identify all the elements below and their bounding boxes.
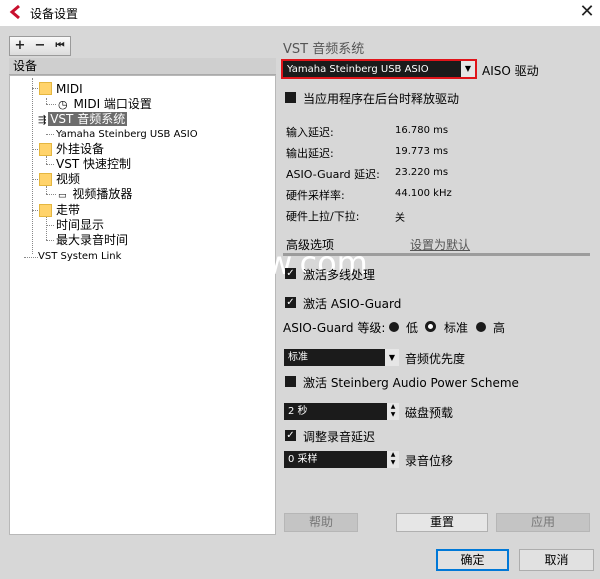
tree-item-video[interactable]: 视频 <box>56 171 80 187</box>
power-scheme-checkbox[interactable] <box>285 376 296 387</box>
input-latency-label: 输入延迟: <box>286 126 334 139</box>
cubase-logo-icon <box>9 4 20 20</box>
tree-item-transport[interactable]: 走带 <box>56 202 80 218</box>
device-tree: MIDI ◷ MIDI 端口设置 ⇶ VST 音频系统 Yamaha Stein… <box>9 75 276 535</box>
folder-icon <box>39 82 52 95</box>
close-icon[interactable]: ✕ <box>574 1 600 25</box>
level-normal-label: 标准 <box>444 321 469 335</box>
folder-icon <box>39 143 52 156</box>
output-latency-value: 19.773 ms <box>395 146 449 157</box>
title-bar: 设备设置 ✕ <box>0 0 600 26</box>
multithread-checkbox[interactable]: ✓ <box>285 268 296 279</box>
asio-guard-latency-label: ASIO-Guard 延迟: <box>286 168 380 181</box>
tree-item-label: VST 音频系统 <box>48 112 128 126</box>
panel-title: VST 音频系统 <box>283 42 365 57</box>
tree-item-external-devices[interactable]: 外挂设备 <box>56 141 104 157</box>
add-device-button[interactable]: + <box>11 37 29 55</box>
audio-priority-value: 标准 <box>288 352 308 363</box>
tree-header: 设备 <box>9 58 276 75</box>
sample-rate-label: 硬件采样率: <box>286 189 345 202</box>
level-low-label: 低 <box>406 321 419 335</box>
window-title: 设备设置 <box>30 7 79 21</box>
set-default-link[interactable]: 设置为默认 <box>410 236 470 253</box>
cancel-button[interactable]: 取消 <box>519 549 594 571</box>
audio-priority-select[interactable]: 标准 ▼ <box>284 349 399 366</box>
help-button[interactable]: 帮助 <box>284 513 358 532</box>
apply-button[interactable]: 应用 <box>496 513 590 532</box>
asio-guard-label: 激活 ASIO-Guard <box>303 297 402 311</box>
release-driver-label: 当应用程序在后台时释放驱动 <box>303 92 460 106</box>
tree-item-label: MIDI 端口设置 <box>73 97 152 111</box>
pull-up-down-value: 关 <box>395 213 405 224</box>
tree-item-midi[interactable]: MIDI <box>56 81 83 97</box>
asio-driver-value: Yamaha Steinberg USB ASIO <box>287 64 429 75</box>
guard-level-label: ASIO-Guard 等级: <box>283 321 386 335</box>
asio-guard-checkbox[interactable]: ✓ <box>285 297 296 308</box>
disk-preload-label: 磁盘预载 <box>405 406 454 420</box>
tree-item-max-record-time[interactable]: 最大录音时间 <box>56 232 128 248</box>
output-latency-label: 输出延迟: <box>286 147 334 160</box>
folder-icon <box>39 204 52 217</box>
release-driver-checkbox[interactable] <box>285 92 296 103</box>
video-icon: ▭ <box>58 191 67 201</box>
spinner-arrows-icon[interactable]: ▲ ▼ <box>387 403 399 420</box>
audio-device-icon: ⇶ <box>38 115 47 126</box>
asio-driver-select[interactable]: Yamaha Steinberg USB ASIO ▼ <box>281 59 477 79</box>
tree-item-vst-quick-controls[interactable]: VST 快速控制 <box>56 156 131 172</box>
asio-driver-label: AISO 驱动 <box>482 64 539 78</box>
tree-item-vst-system-link[interactable]: VST System Link <box>38 249 121 265</box>
record-shift-label: 录音位移 <box>405 454 454 468</box>
clock-icon: ◷ <box>58 98 68 111</box>
level-low-radio[interactable] <box>389 322 399 332</box>
disk-preload-value: 2 秒 <box>288 406 308 417</box>
tree-toolbar: + − ⏮ <box>9 36 71 56</box>
tree-item-midi-port-setup[interactable]: ◷ MIDI 端口设置 <box>58 96 152 112</box>
record-shift-value: 0 采样 <box>288 454 318 465</box>
ok-button[interactable]: 确定 <box>436 549 509 571</box>
level-high-label: 高 <box>493 321 506 335</box>
level-high-radio[interactable] <box>476 322 486 332</box>
chevron-down-icon: ▼ <box>385 349 399 366</box>
pull-up-down-label: 硬件上拉/下拉: <box>286 210 360 223</box>
reset-button[interactable]: 重置 <box>396 513 488 532</box>
asio-guard-latency-value: 23.220 ms <box>395 167 449 178</box>
tree-item-label: VST 快速控制 <box>56 157 131 171</box>
sample-rate-value: 44.100 kHz <box>395 188 452 199</box>
tree-item-time-display[interactable]: 时间显示 <box>56 217 104 233</box>
disk-preload-spinner[interactable]: 2 秒 ▲ ▼ <box>284 403 399 420</box>
chevron-down-icon: ▼ <box>461 61 475 77</box>
adjust-latency-checkbox[interactable]: ✓ <box>285 430 296 441</box>
remove-device-button[interactable]: − <box>31 37 49 55</box>
audio-priority-label: 音频优先度 <box>405 352 466 366</box>
multithread-label: 激活多线处理 <box>303 268 376 282</box>
adjust-latency-label: 调整录音延迟 <box>303 430 376 444</box>
power-scheme-label: 激活 Steinberg Audio Power Scheme <box>303 376 519 390</box>
spinner-arrows-icon[interactable]: ▲ ▼ <box>387 451 399 468</box>
input-latency-value: 16.780 ms <box>395 125 449 136</box>
level-normal-radio[interactable] <box>425 321 436 332</box>
folder-icon <box>39 173 52 186</box>
record-shift-spinner[interactable]: 0 采样 ▲ ▼ <box>284 451 399 468</box>
tree-item-video-player[interactable]: ▭ 视频播放器 <box>58 186 132 202</box>
reset-device-button[interactable]: ⏮ <box>51 37 69 55</box>
tree-item-label: 视频播放器 <box>72 187 133 201</box>
tree-item-vst-audio-system[interactable]: ⇶ VST 音频系统 <box>38 111 128 127</box>
